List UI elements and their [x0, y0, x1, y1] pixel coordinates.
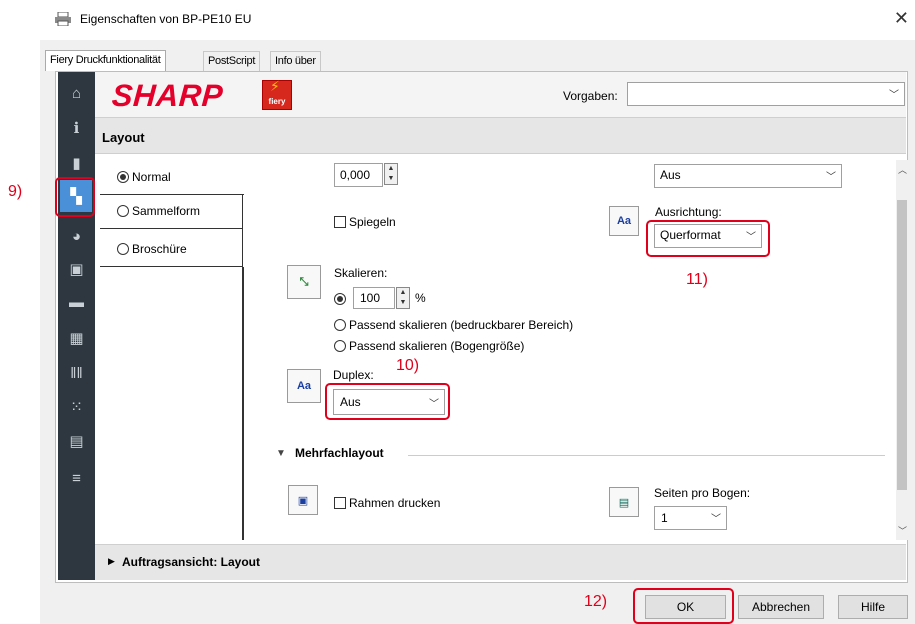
checkbox-icon [334, 216, 346, 228]
annotation-box-11 [646, 220, 770, 257]
section-divider [408, 455, 885, 456]
scrollbar-thumb[interactable] [897, 200, 907, 490]
pages-per-sheet-value: 1 [661, 511, 668, 525]
mode-normal-label: Normal [132, 170, 171, 184]
pages-per-sheet-icon: ▤ [609, 487, 639, 517]
offset-value: 0,000 [340, 168, 371, 182]
cancel-button[interactable]: Abbrechen [738, 595, 824, 619]
scale-icon: ⤡ [287, 265, 321, 299]
scale-fit-printable-label: Passend skalieren (bedruckbarer Bereich) [349, 318, 574, 332]
title-bar: Eigenschaften von BP-PE10 EU ✕ [40, 0, 915, 40]
radio-icon [117, 205, 129, 217]
radio-icon [334, 340, 346, 352]
annotation-label-9: 9) [8, 183, 23, 200]
grid-icon[interactable]: ⁙ [58, 390, 95, 424]
duplex-icon: Aa [287, 369, 321, 403]
annotation-box-12 [633, 588, 734, 624]
printer-icon [55, 11, 71, 27]
home-icon[interactable]: ⌂ [58, 76, 95, 110]
column-divider [243, 267, 244, 540]
book-icon[interactable]: ▬ [58, 285, 95, 319]
mirror-label: Spiegeln [349, 215, 396, 229]
scale-label: Skalieren: [334, 266, 388, 280]
info-icon[interactable]: ℹ [58, 111, 95, 145]
pages-per-sheet-label: Seiten pro Bogen: [654, 486, 751, 500]
tab-fiery[interactable]: Fiery Druckfunktionalität [45, 50, 166, 71]
tab-joiner [243, 160, 244, 194]
presets-label: Vorgaben: [563, 89, 618, 103]
scroll-down-icon[interactable]: ﹀ [898, 524, 907, 537]
mode-normal[interactable]: Normal [100, 160, 244, 195]
radio-icon [117, 243, 129, 255]
tab-postscript[interactable]: PostScript [203, 51, 261, 71]
mode-sammelform-label: Sammelform [132, 204, 201, 218]
caret-right-icon[interactable]: ▶ [108, 556, 115, 567]
scale-stepper[interactable]: ▲ ▼ [396, 287, 410, 309]
duplex-label: Duplex: [333, 368, 374, 382]
annotation-label-10: 10) [396, 357, 420, 374]
help-button[interactable]: Hilfe [838, 595, 908, 619]
checkbox-icon [334, 497, 346, 509]
printer-icon[interactable]: ▤ [58, 424, 95, 458]
sharp-logo: SHARP [110, 78, 225, 113]
color-palette-icon[interactable]: ◕ [58, 219, 95, 253]
close-icon[interactable]: ✕ [894, 8, 909, 29]
offset-stepper[interactable]: ▲ ▼ [384, 163, 398, 185]
document-icon[interactable]: ▮ [58, 146, 95, 180]
scale-value: 100 [360, 291, 381, 305]
orientation-label: Ausrichtung: [655, 205, 722, 219]
chevron-down-icon: ﹀ [826, 172, 836, 183]
annotation-label-11: 11) [686, 271, 708, 288]
presets-select[interactable]: ﹀ [627, 82, 905, 106]
mode-sammelform[interactable]: Sammelform [100, 194, 243, 229]
aus-top-value: Aus [660, 168, 681, 182]
image-icon[interactable]: ▣ [58, 252, 95, 286]
multi-layout-title[interactable]: Mehrfachlayout [295, 446, 384, 460]
chevron-down-icon: ﹀ [711, 514, 721, 525]
annotation-label-12: 12) [584, 593, 608, 610]
job-view-title[interactable]: Auftragsansicht: Layout [122, 555, 260, 569]
mirror-checkbox[interactable]: Spiegeln [334, 215, 396, 229]
frame-label: Rahmen drucken [349, 496, 441, 510]
offset-input[interactable]: 0,000 [334, 163, 383, 187]
annotation-box-10 [325, 383, 450, 420]
scale-fit-printable-radio[interactable]: Passend skalieren (bedruckbarer Bereich) [334, 318, 573, 332]
settings-sliders-icon[interactable]: ≡ [58, 461, 95, 495]
scale-fit-sheet-label: Passend skalieren (Bogengröße) [349, 339, 525, 353]
scale-fit-sheet-radio[interactable]: Passend skalieren (Bogengröße) [334, 339, 524, 353]
layout-header [95, 117, 906, 154]
tab-info[interactable]: Info über [270, 51, 321, 71]
scroll-up-icon[interactable]: ︿ [898, 163, 907, 176]
frame-icon: ▣ [288, 485, 318, 515]
scale-input[interactable]: 100 [353, 287, 395, 309]
orientation-icon: Aa [609, 206, 639, 236]
annotation-box-9 [55, 177, 95, 217]
mode-broschuere-label: Broschüre [132, 242, 187, 256]
section-title: Layout [102, 130, 145, 145]
radio-icon [334, 319, 346, 331]
stamp-icon[interactable]: ▦ [58, 321, 95, 355]
frame-checkbox[interactable]: Rahmen drucken [334, 496, 440, 510]
radio-icon [117, 171, 129, 183]
chevron-down-icon: ﹀ [889, 90, 899, 101]
caret-down-icon[interactable]: ▼ [276, 448, 286, 459]
scale-unit: % [415, 291, 426, 305]
pages-per-sheet-select[interactable]: 1 ﹀ [654, 506, 727, 530]
scale-custom-radio[interactable] [334, 292, 349, 306]
fiery-logo: fiery [262, 80, 292, 110]
mode-broschuere[interactable]: Broschüre [100, 229, 243, 267]
radio-icon [334, 293, 346, 305]
barcode-icon[interactable]: ‖‖ [58, 356, 95, 390]
aus-top-select[interactable]: Aus ﹀ [654, 164, 842, 188]
window-title: Eigenschaften von BP-PE10 EU [80, 12, 252, 26]
